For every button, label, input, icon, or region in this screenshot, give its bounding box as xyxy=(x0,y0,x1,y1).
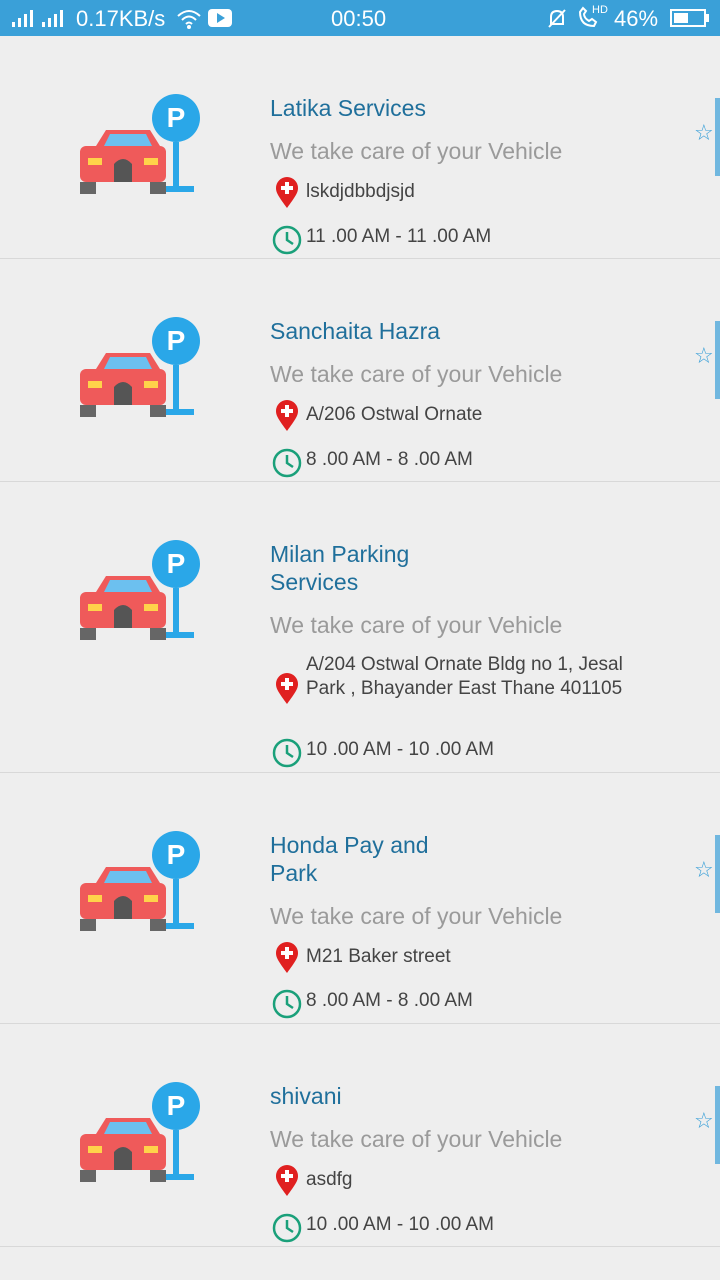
card-edge xyxy=(715,835,720,913)
listing-name[interactable]: Milan Parking Services xyxy=(270,540,470,596)
wifi-icon xyxy=(177,10,201,29)
battery-percent: 46% xyxy=(614,6,659,31)
location-pin-icon xyxy=(276,400,298,431)
location-pin-icon xyxy=(276,942,298,973)
svg-text:P: P xyxy=(167,325,186,356)
listing-hours: 10 .00 AM - 10 .00 AM xyxy=(306,1214,494,1235)
hd-label: HD xyxy=(592,4,608,16)
card-edge xyxy=(715,321,720,399)
location-pin-icon xyxy=(276,177,298,208)
parking-card[interactable]: P shivani We take care of your Vehicle a… xyxy=(0,1024,720,1247)
listing-tagline: We take care of your Vehicle xyxy=(270,361,563,387)
svg-text:P: P xyxy=(167,839,186,870)
svg-text:P: P xyxy=(167,102,186,133)
listing-name[interactable]: Honda Pay and Park xyxy=(270,831,470,887)
listing-tagline: We take care of your Vehicle xyxy=(270,903,563,929)
car-parking-icon: P xyxy=(80,94,200,194)
status-bar: 0.17KB/s 00:50 HD 46% xyxy=(0,0,720,36)
listing-hours: 11 .00 AM - 11 .00 AM xyxy=(306,226,492,247)
parking-card[interactable]: P Sanchaita Hazra We take care of your V… xyxy=(0,259,720,482)
battery-icon xyxy=(670,9,709,27)
car-parking-icon: P xyxy=(80,1082,200,1182)
listing-hours: 8 .00 AM - 8 .00 AM xyxy=(306,990,473,1011)
signal-icon xyxy=(12,10,63,27)
clock-icon xyxy=(272,448,302,478)
listing-tagline: We take care of your Vehicle xyxy=(270,138,563,164)
parking-card[interactable]: P Honda Pay and Park We take care of you… xyxy=(0,773,720,1024)
listing-hours: 8 .00 AM - 8 .00 AM xyxy=(306,449,473,470)
listing-name[interactable]: Sanchaita Hazra xyxy=(270,317,470,345)
parking-card[interactable]: P Latika Services We take care of your V… xyxy=(0,36,720,259)
clock-icon xyxy=(272,225,302,255)
star-icon[interactable]: ☆ xyxy=(694,343,714,369)
clock-time: 00:50 xyxy=(331,6,387,31)
car-parking-icon: P xyxy=(80,540,200,640)
svg-text:P: P xyxy=(167,548,186,579)
svg-text:P: P xyxy=(167,1090,186,1121)
listing-tagline: We take care of your Vehicle xyxy=(270,1126,563,1152)
star-icon[interactable]: ☆ xyxy=(694,120,714,146)
clock-icon xyxy=(272,1213,302,1243)
car-parking-icon: P xyxy=(80,831,200,931)
parking-list: P Latika Services We take care of your V… xyxy=(0,36,720,1247)
listing-hours: 10 .00 AM - 10 .00 AM xyxy=(306,739,494,760)
listing-address: A/206 Ostwal Ornate xyxy=(306,404,483,425)
mute-bell-icon xyxy=(548,9,566,28)
card-edge xyxy=(715,98,720,176)
location-pin-icon xyxy=(276,673,298,704)
listing-address: M21 Baker street xyxy=(306,946,451,967)
parking-card[interactable]: P Milan Parking Services We take care of… xyxy=(0,482,720,773)
youtube-icon xyxy=(208,9,232,27)
star-icon[interactable]: ☆ xyxy=(694,1108,714,1134)
card-edge xyxy=(715,1086,720,1164)
listing-address: A/204 Ostwal Ornate Bldg no 1, Jesal Par… xyxy=(306,654,623,699)
listing-tagline: We take care of your Vehicle xyxy=(270,612,563,638)
network-speed: 0.17KB/s xyxy=(76,6,166,31)
car-parking-icon: P xyxy=(80,317,200,417)
listing-address: lskdjdbbdjsjd xyxy=(306,181,415,202)
listing-name[interactable]: shivani xyxy=(270,1082,470,1110)
location-pin-icon xyxy=(276,1165,298,1196)
clock-icon xyxy=(272,989,302,1019)
star-icon[interactable]: ☆ xyxy=(694,857,714,883)
listing-name[interactable]: Latika Services xyxy=(270,94,470,122)
listing-address: asdfg xyxy=(306,1169,353,1190)
clock-icon xyxy=(272,738,302,768)
